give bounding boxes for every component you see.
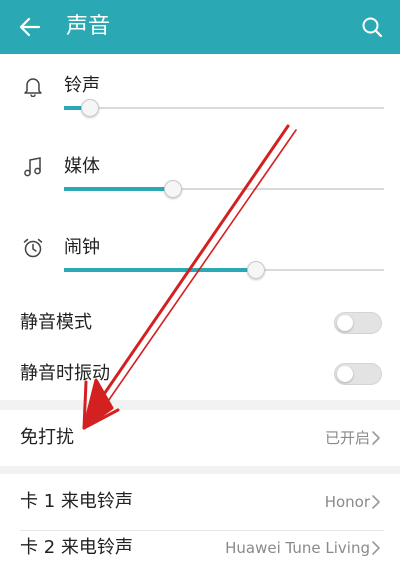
sim2-ringtone-row[interactable]: 卡 2 来电铃声 Huawei Tune Living [0,531,400,561]
ringtone-volume-label: 铃声 [64,75,100,96]
section-divider [0,400,400,410]
section-divider [0,466,400,474]
page-title: 声音 [66,14,111,39]
slider-thumb[interactable] [164,180,182,198]
sim1-ringtone-label: 卡 1 来电铃声 [20,491,133,512]
vibrate-when-silent-label: 静音时振动 [20,363,110,384]
volume-row-ringtone: 铃声 [0,73,400,155]
bell-icon [20,73,46,99]
slider-thumb[interactable] [247,261,265,279]
chevron-right-icon [372,495,380,509]
sim1-ringtone-value: Honor [324,493,370,511]
volume-row-media: 媒体 [0,154,400,236]
silent-mode-toggle[interactable] [334,312,382,334]
vibrate-when-silent-row[interactable]: 静音时振动 [0,352,400,396]
app-bar: 声音 [0,0,400,54]
media-volume-label: 媒体 [64,156,100,177]
ringtone-volume-slider[interactable] [64,99,384,117]
alarm-clock-icon [20,235,46,261]
vibrate-when-silent-toggle[interactable] [334,363,382,385]
search-icon [362,17,383,38]
alarm-volume-slider[interactable] [64,261,384,279]
arrow-left-icon [19,17,41,37]
back-button[interactable] [14,11,46,43]
sim2-ringtone-value: Huawei Tune Living [225,539,370,557]
chevron-right-icon [372,431,380,445]
chevron-right-icon [372,541,380,555]
do-not-disturb-row[interactable]: 免打扰 已开启 [0,410,400,466]
alarm-volume-label: 闹钟 [64,237,100,258]
silent-mode-row[interactable]: 静音模式 [0,301,400,345]
search-button[interactable] [356,11,388,43]
silent-mode-label: 静音模式 [20,312,92,333]
do-not-disturb-label: 免打扰 [20,427,74,448]
media-volume-slider[interactable] [64,180,384,198]
music-note-icon [20,154,46,180]
sim2-ringtone-label: 卡 2 来电铃声 [20,537,133,558]
do-not-disturb-status: 已开启 [324,429,370,447]
slider-thumb[interactable] [81,99,99,117]
sim1-ringtone-row[interactable]: 卡 1 来电铃声 Honor [0,474,400,530]
